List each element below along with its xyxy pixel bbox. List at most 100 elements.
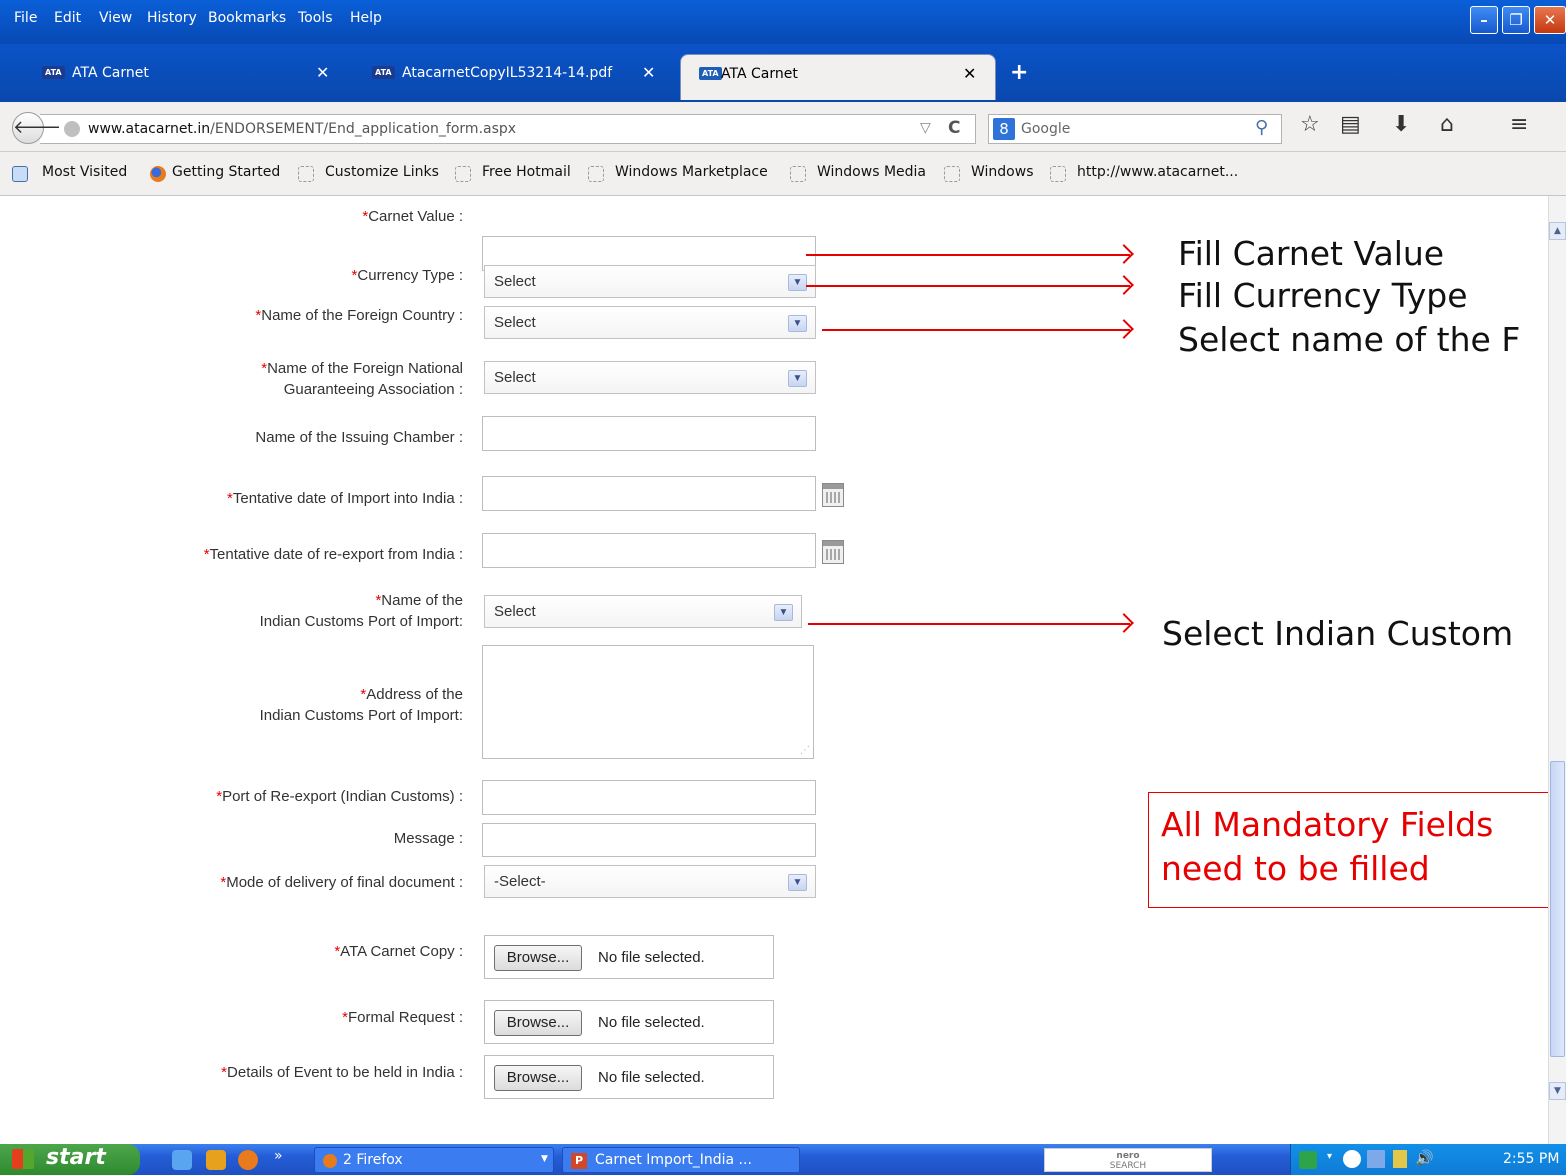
event-details-upload: Browse... No file selected. bbox=[484, 1055, 774, 1099]
foreign-association-select[interactable]: Select ▼ bbox=[484, 361, 816, 394]
security-icon[interactable] bbox=[1393, 1150, 1407, 1168]
download-icon[interactable]: ⬇ bbox=[1392, 112, 1410, 137]
ata-favicon-icon: ATA bbox=[42, 66, 65, 79]
reexport-date-input[interactable] bbox=[482, 533, 816, 568]
foreign-country-select[interactable]: Select ▼ bbox=[484, 306, 816, 339]
tab-ata-carnet-active[interactable]: ATA ATA Carnet ✕ bbox=[680, 54, 996, 100]
chevron-down-icon: ▼ bbox=[788, 370, 807, 387]
menu-help[interactable]: Help bbox=[350, 10, 382, 26]
annotation-customs-port: Select Indian Custom bbox=[1162, 614, 1514, 653]
windows-flag-icon bbox=[12, 1149, 34, 1169]
currency-type-label: *Currency Type : bbox=[351, 267, 463, 284]
volume-icon[interactable]: 🔊 bbox=[1415, 1149, 1434, 1167]
ie-icon[interactable] bbox=[172, 1150, 192, 1170]
tab-label: ATA Carnet bbox=[72, 65, 149, 81]
search-icon[interactable]: ⚲ bbox=[1255, 117, 1268, 138]
bookmark-most-visited[interactable]: Most Visited bbox=[42, 164, 127, 180]
start-button[interactable]: start bbox=[0, 1144, 140, 1175]
message-input[interactable] bbox=[482, 823, 816, 857]
close-icon[interactable]: ✕ bbox=[1534, 6, 1566, 34]
browse-button[interactable]: Browse... bbox=[494, 1010, 582, 1036]
home-icon[interactable]: ⌂ bbox=[1440, 112, 1454, 137]
chevron-right-icon[interactable]: » bbox=[274, 1148, 283, 1164]
bookmark-icon bbox=[944, 166, 960, 182]
google-icon[interactable]: 8 bbox=[993, 118, 1015, 140]
bookmark-getting-started[interactable]: Getting Started bbox=[172, 164, 280, 180]
tab-close-icon[interactable]: ✕ bbox=[963, 64, 976, 83]
foreign-association-label: *Name of the Foreign National Guaranteein… bbox=[261, 360, 463, 398]
bookmark-windows[interactable]: Windows bbox=[971, 164, 1034, 180]
url-text[interactable]: www.atacarnet.in/ENDORSEMENT/End_applica… bbox=[88, 121, 516, 137]
file-status: No file selected. bbox=[598, 1069, 705, 1086]
tray-arrow-icon[interactable] bbox=[1299, 1151, 1317, 1169]
menu-file[interactable]: File bbox=[14, 10, 37, 26]
back-button[interactable]: 🡐 bbox=[12, 112, 61, 144]
tab-pdf[interactable]: ATA AtacarnetCopyIL53214-14.pdf ✕ bbox=[354, 54, 674, 100]
scroll-down-icon[interactable]: ▼ bbox=[1549, 1082, 1566, 1100]
url-dropdown-icon[interactable]: ▽ bbox=[920, 120, 931, 136]
customs-address-textarea[interactable]: ⋰ bbox=[482, 645, 814, 759]
powerpoint-icon: P bbox=[571, 1153, 587, 1169]
currency-type-select[interactable]: Select ▼ bbox=[484, 265, 816, 298]
message-label: Message : bbox=[393, 830, 463, 847]
bookmark-windows-marketplace[interactable]: Windows Marketplace bbox=[615, 164, 768, 180]
taskbar-firefox[interactable]: 2 Firefox ▼ bbox=[314, 1147, 554, 1173]
browse-button[interactable]: Browse... bbox=[494, 1065, 582, 1091]
ata-favicon-icon: ATA bbox=[699, 67, 722, 80]
ata-carnet-copy-label: *ATA Carnet Copy : bbox=[334, 943, 463, 960]
tab-ata-carnet-1[interactable]: ATA ATA Carnet ✕ bbox=[24, 54, 354, 100]
tab-close-icon[interactable]: ✕ bbox=[642, 63, 655, 82]
ata-favicon-icon: ATA bbox=[372, 66, 395, 79]
annotation-currency-type: Fill Currency Type bbox=[1178, 276, 1468, 315]
nero-search-box[interactable]: nero SEARCH bbox=[1044, 1148, 1212, 1172]
customs-port-label: *Name of the Indian Customs Port of Impor… bbox=[259, 592, 463, 630]
chevron-down-icon: ▼ bbox=[774, 604, 793, 621]
reload-icon[interactable]: C bbox=[948, 118, 960, 138]
tab-strip: ATA ATA Carnet ✕ ATA AtacarnetCopyIL5321… bbox=[0, 44, 1566, 102]
scrollbar-thumb[interactable] bbox=[1550, 761, 1565, 1057]
calendar-icon[interactable] bbox=[822, 540, 844, 564]
menu-bookmarks[interactable]: Bookmarks bbox=[208, 10, 286, 26]
resize-grip-icon[interactable]: ⋰ bbox=[800, 745, 810, 756]
scroll-up-icon[interactable]: ▲ bbox=[1549, 222, 1566, 240]
import-date-input[interactable] bbox=[482, 476, 816, 511]
bookmarks-list-icon[interactable]: ▤ bbox=[1340, 112, 1361, 137]
menu-icon[interactable]: ≡ bbox=[1510, 112, 1528, 137]
chevron-down-icon: ▼ bbox=[788, 874, 807, 891]
bookmark-star-icon[interactable]: ☆ bbox=[1300, 112, 1320, 137]
firefox-icon[interactable] bbox=[238, 1150, 258, 1170]
callout-line-1: All Mandatory Fields bbox=[1161, 805, 1494, 844]
vertical-scrollbar[interactable]: ▲ ▼ bbox=[1548, 196, 1566, 1144]
annotation-carnet-value: Fill Carnet Value bbox=[1178, 234, 1445, 273]
bookmark-free-hotmail[interactable]: Free Hotmail bbox=[482, 164, 571, 180]
reexport-port-input[interactable] bbox=[482, 780, 816, 815]
issuing-chamber-label: Name of the Issuing Chamber : bbox=[255, 429, 463, 446]
taskbar-powerpoint[interactable]: P Carnet Import_India ... bbox=[562, 1147, 800, 1173]
minimize-icon[interactable]: – bbox=[1470, 6, 1498, 34]
new-tab-icon[interactable]: + bbox=[1010, 60, 1028, 85]
callout-line-2: need to be filled bbox=[1161, 849, 1430, 888]
tab-close-icon[interactable]: ✕ bbox=[316, 63, 329, 82]
tab-label: AtacarnetCopyIL53214-14.pdf bbox=[402, 65, 613, 81]
bookmark-windows-media[interactable]: Windows Media bbox=[817, 164, 926, 180]
tray-chevron-icon[interactable]: ▾ bbox=[1327, 1151, 1332, 1162]
browse-button[interactable]: Browse... bbox=[494, 945, 582, 971]
customs-port-select[interactable]: Select ▼ bbox=[484, 595, 802, 628]
delivery-mode-select[interactable]: -Select- ▼ bbox=[484, 865, 816, 898]
restore-icon[interactable]: ❐ bbox=[1502, 6, 1530, 34]
tray-back-icon[interactable] bbox=[1343, 1150, 1361, 1168]
bookmark-customize-links[interactable]: Customize Links bbox=[325, 164, 439, 180]
issuing-chamber-input[interactable] bbox=[482, 416, 816, 451]
formal-request-label: *Formal Request : bbox=[342, 1009, 463, 1026]
calendar-icon[interactable] bbox=[822, 483, 844, 507]
bookmarks-bar: Most Visited Getting Started Customize L… bbox=[0, 152, 1566, 196]
menu-edit[interactable]: Edit bbox=[54, 10, 81, 26]
network-icon[interactable] bbox=[1367, 1150, 1385, 1168]
bookmark-atacarnet[interactable]: http://www.atacarnet... bbox=[1077, 164, 1238, 180]
search-bar[interactable]: 8 Google ⚲ bbox=[988, 114, 1282, 144]
outlook-icon[interactable] bbox=[206, 1150, 226, 1170]
menu-tools[interactable]: Tools bbox=[298, 10, 333, 26]
menu-view[interactable]: View bbox=[99, 10, 132, 26]
url-bar[interactable]: www.atacarnet.in/ENDORSEMENT/End_applica… bbox=[40, 114, 976, 144]
menu-history[interactable]: History bbox=[147, 10, 197, 26]
